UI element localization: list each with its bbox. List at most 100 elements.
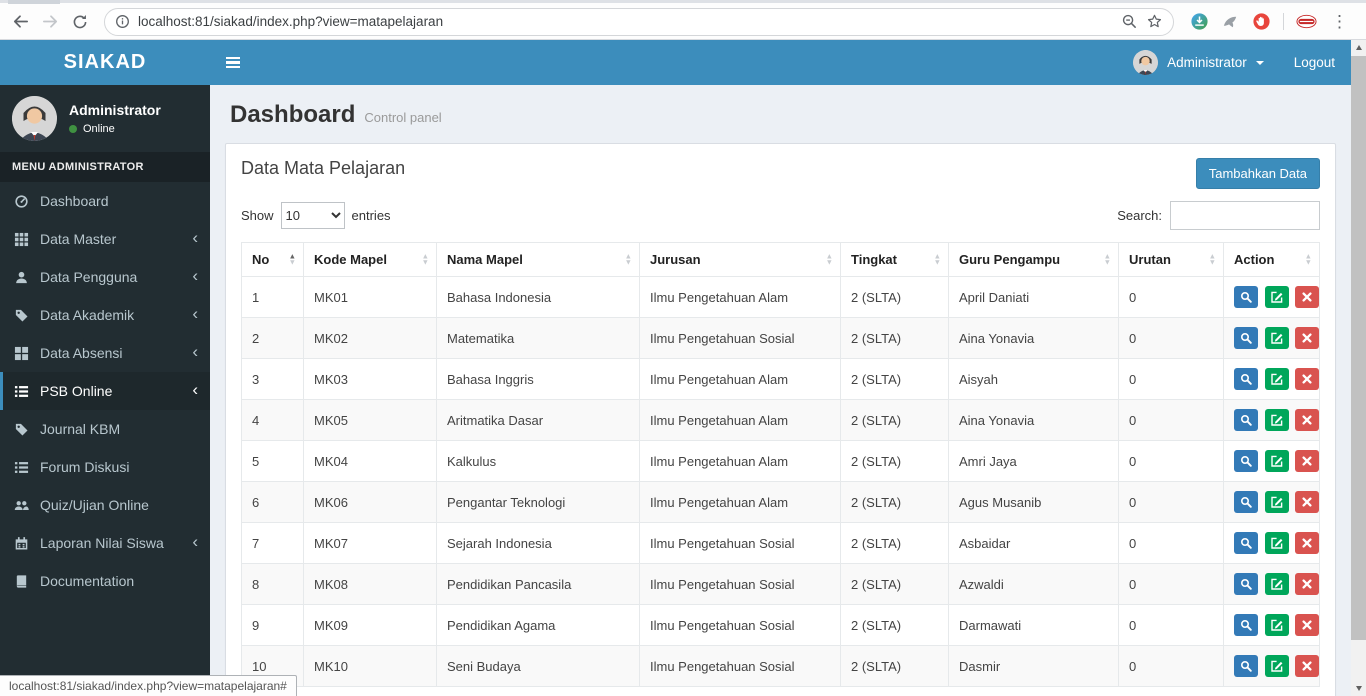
cell-tingkat: 2 (SLTA) bbox=[840, 563, 949, 605]
column-header-tingkat[interactable]: Tingkat bbox=[840, 242, 949, 277]
column-header-urutan[interactable]: Urutan bbox=[1118, 242, 1224, 277]
download-manager-extension-icon[interactable] bbox=[1190, 12, 1209, 31]
cell-action bbox=[1223, 399, 1320, 441]
column-header-jurusan[interactable]: Jurusan bbox=[639, 242, 841, 277]
sort-icon bbox=[422, 253, 429, 266]
edit-button[interactable] bbox=[1264, 491, 1289, 513]
delete-button[interactable] bbox=[1295, 368, 1319, 390]
edit-button[interactable] bbox=[1264, 409, 1289, 431]
view-button[interactable] bbox=[1234, 573, 1258, 595]
scrollbar[interactable] bbox=[1351, 40, 1366, 696]
delete-button[interactable] bbox=[1295, 614, 1319, 636]
app-logo[interactable]: SIAKAD bbox=[0, 40, 210, 85]
browser-menu-icon[interactable]: ⋮ bbox=[1329, 13, 1350, 30]
table-row: 9 MK09 Pendidikan Agama Ilmu Pengetahuan… bbox=[241, 604, 1320, 646]
edit-button[interactable] bbox=[1264, 327, 1289, 349]
edit-button[interactable] bbox=[1264, 450, 1289, 472]
delete-x-icon bbox=[1302, 456, 1312, 466]
badge-extension-icon[interactable] bbox=[1296, 14, 1317, 29]
column-header-guru-pengampu[interactable]: Guru Pengampu bbox=[948, 242, 1119, 277]
sidebar-item-quiz-ujian-online[interactable]: Quiz/Ujian Online bbox=[0, 486, 210, 524]
view-button[interactable] bbox=[1234, 655, 1258, 677]
zoom-icon[interactable] bbox=[1121, 13, 1138, 30]
edit-button[interactable] bbox=[1264, 286, 1289, 308]
cell-tingkat: 2 (SLTA) bbox=[840, 276, 949, 318]
cell-guru-pengampu: Aina Yonavia bbox=[948, 317, 1119, 359]
sidebar-item-documentation[interactable]: Documentation bbox=[0, 562, 210, 600]
add-data-button[interactable]: Tambahkan Data bbox=[1195, 158, 1320, 189]
back-arrow-icon bbox=[13, 15, 28, 28]
forward-arrow-icon bbox=[42, 15, 57, 28]
cell-kode-mapel: MK02 bbox=[303, 317, 437, 359]
screen: localhost:81/siakad/index.php?view=matap… bbox=[0, 0, 1366, 696]
delete-x-icon bbox=[1302, 579, 1312, 589]
sidebar-item-data-master[interactable]: Data Master bbox=[0, 220, 210, 258]
cell-no: 4 bbox=[241, 399, 304, 441]
sidebar-item-data-absensi[interactable]: Data Absensi bbox=[0, 334, 210, 372]
edit-button[interactable] bbox=[1264, 655, 1289, 677]
delete-button[interactable] bbox=[1295, 532, 1319, 554]
edit-pencil-icon bbox=[1270, 660, 1283, 672]
sidebar-toggle-button[interactable] bbox=[210, 40, 256, 85]
sidebar-item-forum-diskusi[interactable]: Forum Diskusi bbox=[0, 448, 210, 486]
edit-button[interactable] bbox=[1264, 532, 1289, 554]
page-length-select[interactable]: 10 bbox=[280, 202, 345, 229]
sidebar-item-psb-online[interactable]: PSB Online bbox=[0, 372, 210, 410]
delete-button[interactable] bbox=[1295, 491, 1319, 513]
view-button[interactable] bbox=[1234, 450, 1258, 472]
avatar-image bbox=[12, 96, 57, 141]
address-bar[interactable]: localhost:81/siakad/index.php?view=matap… bbox=[104, 7, 1174, 36]
cell-urutan: 0 bbox=[1118, 317, 1224, 359]
sidebar-item-journal-kbm[interactable]: Journal KBM bbox=[0, 410, 210, 448]
table-row: 6 MK06 Pengantar Teknologi Ilmu Pengetah… bbox=[241, 481, 1320, 523]
column-header-no[interactable]: No bbox=[241, 242, 304, 277]
view-button[interactable] bbox=[1234, 532, 1258, 554]
delete-button[interactable] bbox=[1295, 409, 1319, 431]
page-info-icon[interactable] bbox=[115, 14, 130, 29]
delete-button[interactable] bbox=[1295, 655, 1319, 677]
table-row: 7 MK07 Sejarah Indonesia Ilmu Pengetahua… bbox=[241, 522, 1320, 564]
stop-hand-extension-icon[interactable] bbox=[1252, 12, 1271, 31]
view-button[interactable] bbox=[1234, 409, 1258, 431]
logout-button[interactable]: Logout bbox=[1278, 40, 1351, 85]
bookmark-star-icon[interactable] bbox=[1146, 13, 1163, 30]
column-header-kode-mapel[interactable]: Kode Mapel bbox=[303, 242, 437, 277]
sidebar-item-data-akademik[interactable]: Data Akademik bbox=[0, 296, 210, 334]
search-input[interactable] bbox=[1170, 201, 1320, 230]
view-button[interactable] bbox=[1234, 327, 1258, 349]
cell-nama-mapel: Pengantar Teknologi bbox=[436, 481, 640, 523]
sidebar-item-data-pengguna[interactable]: Data Pengguna bbox=[0, 258, 210, 296]
cell-guru-pengampu: Aina Yonavia bbox=[948, 399, 1119, 441]
delete-x-icon bbox=[1302, 620, 1312, 630]
view-button[interactable] bbox=[1234, 286, 1258, 308]
shark-extension-icon[interactable] bbox=[1221, 12, 1240, 31]
scroll-down-arrow[interactable] bbox=[1351, 681, 1366, 696]
delete-button[interactable] bbox=[1295, 327, 1319, 349]
delete-x-icon bbox=[1302, 333, 1312, 343]
extension-area: ⋮ bbox=[1184, 12, 1356, 31]
grid-large-icon bbox=[12, 346, 30, 361]
delete-button[interactable] bbox=[1295, 450, 1319, 472]
column-header-action[interactable]: Action bbox=[1223, 242, 1320, 277]
edit-button[interactable] bbox=[1264, 614, 1289, 636]
browser-back-button[interactable] bbox=[6, 8, 34, 36]
scrollbar-thumb[interactable] bbox=[1351, 56, 1366, 640]
view-button[interactable] bbox=[1234, 614, 1258, 636]
browser-reload-button[interactable] bbox=[66, 8, 94, 36]
view-button[interactable] bbox=[1234, 491, 1258, 513]
user-dropdown[interactable]: Administrator bbox=[1119, 40, 1278, 85]
delete-x-icon bbox=[1302, 538, 1312, 548]
delete-button[interactable] bbox=[1295, 286, 1319, 308]
view-button[interactable] bbox=[1234, 368, 1258, 390]
sidebar-menu: Dashboard Data Master Data Pengguna Data… bbox=[0, 182, 210, 600]
edit-pencil-icon bbox=[1270, 537, 1283, 549]
browser-forward-button[interactable] bbox=[36, 8, 64, 36]
edit-button[interactable] bbox=[1264, 368, 1289, 390]
scroll-up-arrow[interactable] bbox=[1351, 40, 1366, 55]
delete-button[interactable] bbox=[1295, 573, 1319, 595]
sidebar-item-laporan-nilai-siswa[interactable]: Laporan Nilai Siswa bbox=[0, 524, 210, 562]
cell-no: 6 bbox=[241, 481, 304, 523]
column-header-nama-mapel[interactable]: Nama Mapel bbox=[436, 242, 640, 277]
edit-button[interactable] bbox=[1264, 573, 1289, 595]
sidebar-item-dashboard[interactable]: Dashboard bbox=[0, 182, 210, 220]
